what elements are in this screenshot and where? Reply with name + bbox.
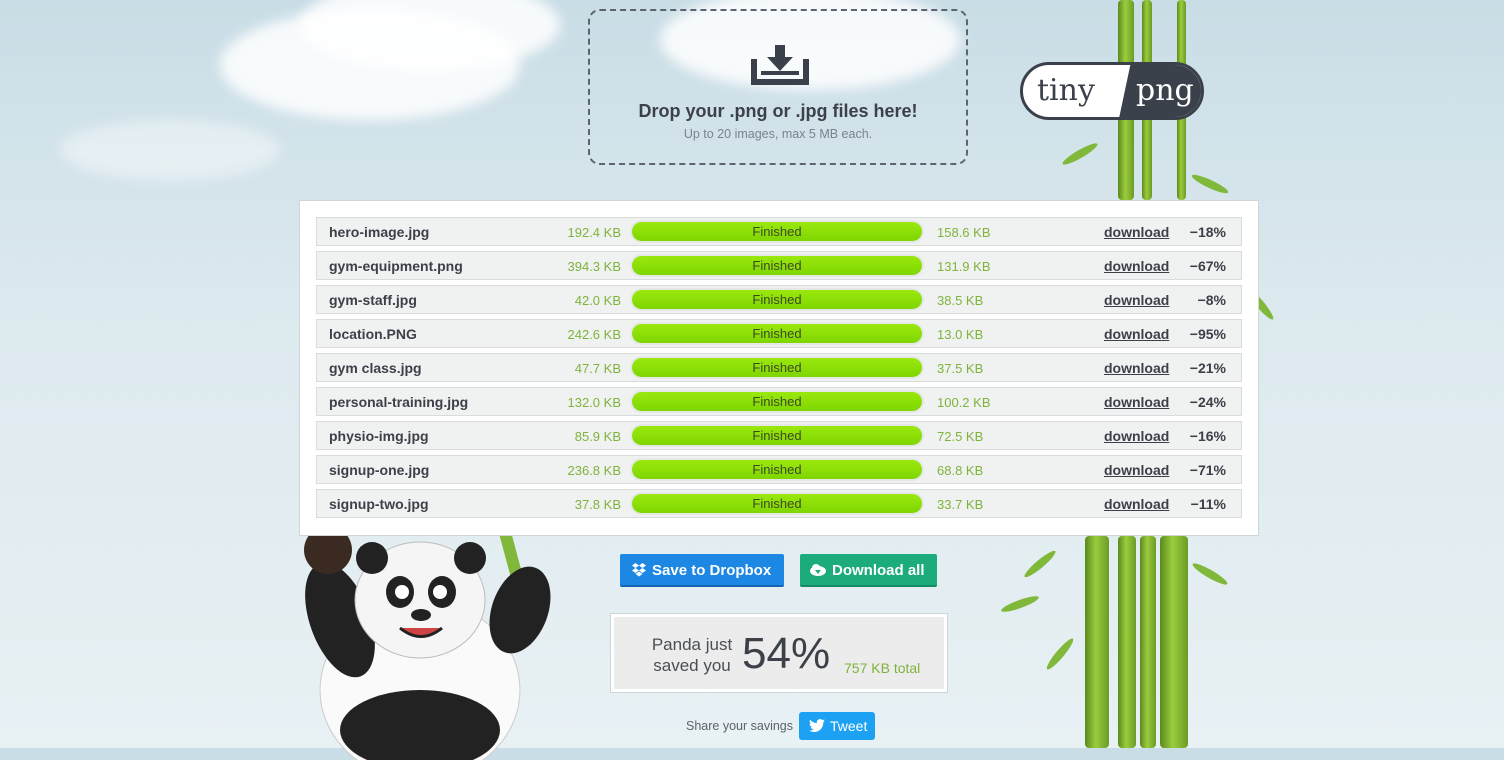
file-name: physio-img.jpg (329, 428, 429, 444)
original-size: 192.4 KB (567, 225, 622, 240)
download-all-label: Download all (832, 562, 925, 579)
dropbox-icon (632, 563, 646, 577)
file-row: signup-two.jpg 37.8 KB Finished 33.7 KB down… (316, 489, 1242, 518)
savings-percent: 54% (742, 629, 831, 678)
compression-progress-bar: Finished (630, 254, 924, 277)
download-link[interactable]: download (1104, 394, 1169, 410)
compressed-size: 131.9 KB (937, 259, 991, 274)
tweet-button[interactable]: Tweet (799, 712, 875, 740)
compression-progress-bar: Finished (630, 458, 924, 481)
file-row: personal-training.jpg 132.0 KB Finished 100… (316, 387, 1242, 416)
compressed-size: 33.7 KB (937, 497, 984, 512)
savings-summary: Panda just saved you 54% 757 KB total (610, 613, 948, 693)
saving-percent: −67% (1189, 258, 1226, 274)
download-link[interactable]: download (1104, 258, 1169, 274)
download-link[interactable]: download (1104, 292, 1169, 308)
tweet-label: Tweet (830, 718, 868, 734)
original-size: 242.6 KB (567, 327, 622, 342)
download-link[interactable]: download (1104, 360, 1169, 376)
original-size: 85.9 KB (574, 429, 621, 444)
compression-results-panel: hero-image.jpg 192.4 KB Finished 158.6 KB do… (299, 200, 1259, 536)
compression-progress-bar: Finished (630, 424, 924, 447)
logo-text-tiny: tiny (1037, 73, 1095, 108)
saving-percent: −16% (1189, 428, 1226, 444)
download-link[interactable]: download (1104, 462, 1169, 478)
file-row: gym-staff.jpg 42.0 KB Finished 38.5 KB downl… (316, 285, 1242, 314)
progress-status: Finished (632, 426, 922, 445)
compression-progress-bar: Finished (630, 356, 924, 379)
progress-status: Finished (632, 392, 922, 411)
file-row: location.PNG 242.6 KB Finished 13.0 KB downl… (316, 319, 1242, 348)
compression-progress-bar: Finished (630, 390, 924, 413)
file-row: signup-one.jpg 236.8 KB Finished 68.8 KB dow… (316, 455, 1242, 484)
compression-progress-bar: Finished (630, 492, 924, 515)
progress-status: Finished (632, 494, 922, 513)
download-all-button[interactable]: Download all (800, 554, 937, 587)
saving-percent: −11% (1190, 496, 1226, 512)
compressed-size: 38.5 KB (937, 293, 984, 308)
drop-zone-title: Drop your .png or .jpg files here! (638, 101, 918, 121)
drop-zone-subtitle: Up to 20 images, max 5 MB each. (683, 127, 873, 141)
file-row: gym-equipment.png 394.3 KB Finished 131.9 K… (316, 251, 1242, 280)
compression-progress-bar: Finished (630, 220, 924, 243)
compressed-size: 100.2 KB (937, 395, 991, 410)
download-tray-icon (751, 45, 809, 85)
cloud-download-icon (810, 564, 826, 576)
file-name: gym class.jpg (329, 360, 422, 376)
progress-status: Finished (632, 290, 922, 309)
file-row: physio-img.jpg 85.9 KB Finished 72.5 KB down… (316, 421, 1242, 450)
saving-percent: −18% (1189, 224, 1226, 240)
panda-mascot-image (304, 520, 551, 760)
compression-progress-bar: Finished (630, 288, 924, 311)
file-name: hero-image.jpg (329, 224, 430, 240)
cloud-decoration (60, 120, 280, 180)
progress-status: Finished (632, 324, 922, 343)
share-savings-text: Share your savings (686, 719, 794, 733)
original-size: 132.0 KB (567, 395, 622, 410)
file-name: location.PNG (329, 326, 417, 342)
original-size: 42.0 KB (574, 293, 621, 308)
download-link[interactable]: download (1104, 428, 1169, 444)
download-link[interactable]: download (1104, 326, 1169, 342)
compressed-size: 72.5 KB (937, 429, 984, 444)
compressed-size: 158.6 KB (937, 225, 991, 240)
file-name: gym-staff.jpg (329, 292, 417, 308)
compressed-size: 13.0 KB (937, 327, 984, 342)
file-name: personal-training.jpg (329, 394, 469, 410)
progress-status: Finished (632, 256, 922, 275)
save-to-dropbox-label: Save to Dropbox (652, 562, 772, 579)
saving-percent: −8% (1197, 292, 1226, 308)
file-name: signup-one.jpg (329, 462, 430, 478)
download-link[interactable]: download (1104, 224, 1169, 240)
download-link[interactable]: download (1104, 496, 1169, 512)
compressed-size: 68.8 KB (937, 463, 984, 478)
file-row: gym class.jpg 47.7 KB Finished 37.5 KB downl… (316, 353, 1242, 382)
summary-text-line2: saved you (653, 656, 731, 675)
original-size: 394.3 KB (567, 259, 622, 274)
save-to-dropbox-button[interactable]: Save to Dropbox (620, 554, 784, 587)
tinypng-logo[interactable]: tiny png (1020, 62, 1204, 120)
savings-total: 757 KB total (844, 660, 921, 676)
saving-percent: −24% (1189, 394, 1226, 410)
original-size: 236.8 KB (567, 463, 622, 478)
file-name: signup-two.jpg (329, 496, 429, 512)
saving-percent: −71% (1189, 462, 1226, 478)
logo-text-png: png (1136, 73, 1194, 108)
progress-status: Finished (632, 358, 922, 377)
saving-percent: −21% (1189, 360, 1226, 376)
progress-status: Finished (632, 460, 922, 479)
file-drop-zone[interactable]: Drop your .png or .jpg files here! Up to… (588, 9, 968, 165)
twitter-bird-icon (809, 719, 825, 733)
summary-text-line1: Panda just (651, 635, 733, 654)
original-size: 37.8 KB (574, 497, 621, 512)
compression-progress-bar: Finished (630, 322, 924, 345)
file-row: hero-image.jpg 192.4 KB Finished 158.6 KB do… (316, 217, 1242, 246)
compressed-size: 37.5 KB (937, 361, 984, 376)
file-name: gym-equipment.png (329, 258, 463, 274)
progress-status: Finished (632, 222, 922, 241)
original-size: 47.7 KB (574, 361, 621, 376)
saving-percent: −95% (1189, 326, 1226, 342)
